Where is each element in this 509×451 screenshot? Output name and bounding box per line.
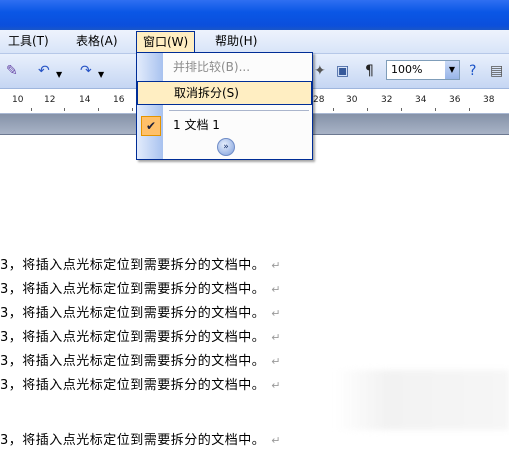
ruler-tick: 32	[381, 95, 393, 105]
blur-overlay	[335, 370, 509, 430]
paragraph-mark: ↵	[271, 259, 281, 272]
menu-item-document-1[interactable]: ✔ 1 文档 1	[137, 113, 312, 137]
ruler-tick: 14	[79, 95, 91, 105]
paragraph-mark: ↵	[271, 379, 281, 392]
menu-help[interactable]: 帮助(H)	[209, 32, 263, 51]
text-line: 3，将插入点光标定位到需要拆分的文档中。 ↵	[0, 282, 281, 297]
paragraph-mark: ↵	[271, 283, 281, 296]
zoom-select[interactable]: 100% ▼	[386, 60, 460, 80]
ruler-tick: 12	[44, 95, 56, 105]
title-bar	[0, 0, 509, 30]
expand-menu-icon[interactable]: »	[217, 138, 235, 156]
menu-item-compare-side-by-side[interactable]: 并排比较(B)...	[137, 55, 312, 79]
redo-icon[interactable]: ↷	[80, 62, 92, 80]
menu-table[interactable]: 表格(A)	[70, 32, 124, 51]
help-icon[interactable]: ?	[469, 62, 476, 80]
text-line: 3，将插入点光标定位到需要拆分的文档中。 ↵	[0, 433, 281, 448]
text-line: 3，将插入点光标定位到需要拆分的文档中。 ↵	[0, 354, 281, 369]
ruler-tick: 34	[415, 95, 427, 105]
menu-window[interactable]: 窗口(W)	[136, 31, 196, 53]
paragraph-mark: ↵	[271, 434, 281, 447]
menu-item-remove-split[interactable]: 取消拆分(S)	[137, 81, 312, 105]
undo-icon[interactable]: ↶	[38, 62, 50, 80]
pilcrow-icon[interactable]: ¶	[365, 62, 374, 80]
undo-dropdown-icon[interactable]: ▼	[56, 66, 62, 84]
paragraph-mark: ↵	[271, 355, 281, 368]
ruler-tick: 30	[346, 95, 358, 105]
window-menu-dropdown: 并排比较(B)... 取消拆分(S) ✔ 1 文档 1 »	[136, 52, 313, 160]
ruler-tick: 16	[113, 95, 125, 105]
read-icon[interactable]: ▤	[490, 62, 503, 80]
ruler-tick: 28	[313, 95, 325, 105]
paragraph-mark: ↵	[271, 307, 281, 320]
check-icon: ✔	[141, 116, 161, 136]
chevron-down-icon[interactable]: ▼	[445, 61, 459, 79]
menu-separator	[169, 110, 309, 111]
text-line: 3，将插入点光标定位到需要拆分的文档中。 ↵	[0, 330, 281, 345]
text-line: 3，将插入点光标定位到需要拆分的文档中。 ↵	[0, 378, 281, 393]
menu-bar: 工具(T) 表格(A) 窗口(W) 帮助(H)	[0, 30, 509, 54]
menu-tools[interactable]: 工具(T)	[2, 32, 55, 51]
drawing-icon[interactable]: ✦	[314, 62, 326, 80]
ruler-tick: 36	[449, 95, 461, 105]
ruler-tick: 10	[12, 95, 24, 105]
text-line: 3，将插入点光标定位到需要拆分的文档中。 ↵	[0, 306, 281, 321]
document-map-icon[interactable]: ▣	[336, 62, 349, 80]
ruler-tick: 38	[483, 95, 495, 105]
ink-icon[interactable]: ✎	[6, 62, 18, 80]
paragraph-mark: ↵	[271, 331, 281, 344]
text-line: 3，将插入点光标定位到需要拆分的文档中。 ↵	[0, 258, 281, 273]
zoom-value: 100%	[391, 63, 423, 76]
redo-dropdown-icon[interactable]: ▼	[98, 66, 104, 84]
